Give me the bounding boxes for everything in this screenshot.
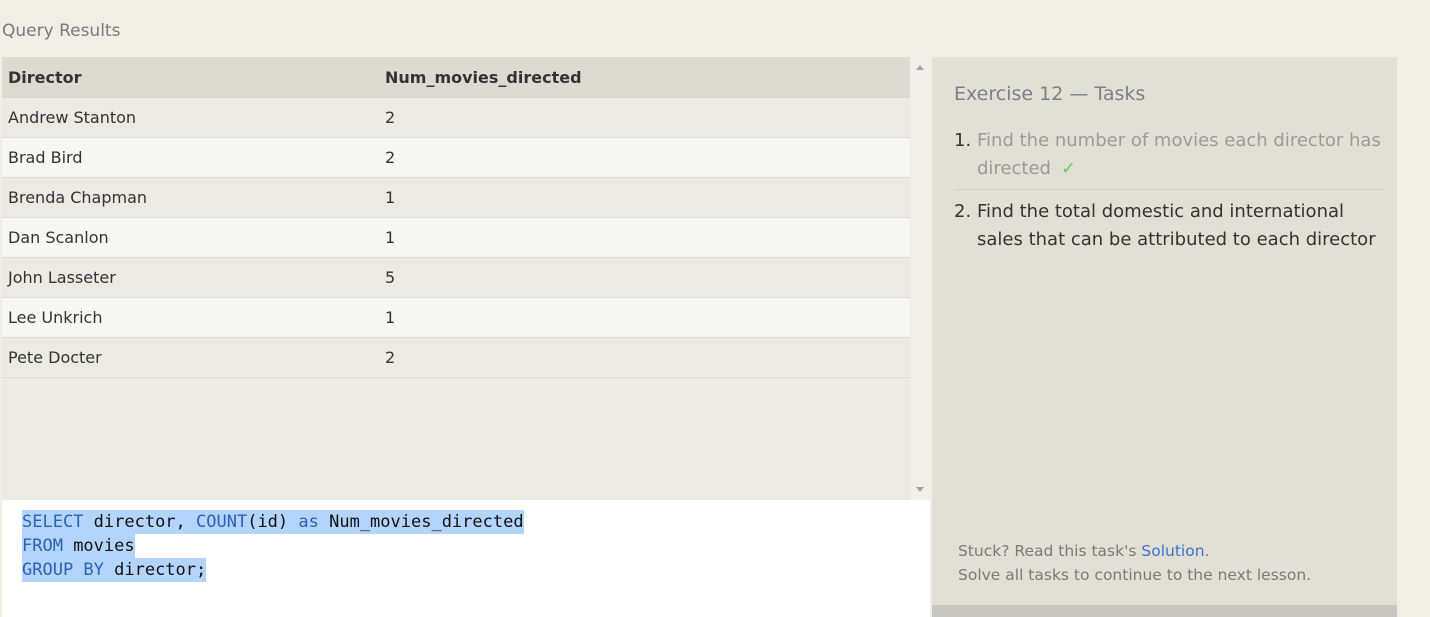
keyword-group-by: GROUP BY [22,560,104,580]
table-row: Lee Unkrich 1 [2,297,910,338]
scroll-down-arrow-icon[interactable] [916,487,924,492]
stuck-suffix: . [1204,542,1210,560]
keyword-from: FROM [22,536,63,556]
cell-director: Brad Bird [2,137,379,178]
results-table: Director Num_movies_directed Andrew Stan… [2,57,910,378]
cell-count: 5 [379,257,910,298]
table-row: Andrew Stanton 2 [2,97,910,138]
code-text: (id) [247,512,299,532]
code-text: director; [103,560,207,580]
table-row: Brad Bird 2 [2,137,910,178]
results-scrollbar[interactable] [910,57,930,500]
tasks-title: Exercise 12 — Tasks [954,83,1146,105]
task-text: Find the number of movies each director … [977,130,1381,179]
results-panel: Director Num_movies_directed Andrew Stan… [2,57,930,500]
cell-count: 1 [379,297,910,338]
continue-text: Solve all tasks to continue to the next … [958,566,1312,584]
code-line-1: SELECT director, COUNT(id) as Num_movies… [22,510,524,534]
task-number: 1. [954,130,972,151]
cell-director: Pete Docter [2,337,379,378]
keyword-count: COUNT [196,512,248,532]
cell-director: Dan Scanlon [2,217,379,258]
checkmark-icon: ✓ [1060,158,1077,179]
code-text: Num_movies_directed [318,512,524,532]
task-number: 2. [954,201,972,222]
cell-count: 2 [379,137,910,178]
results-table-area: Director Num_movies_directed Andrew Stan… [2,57,910,500]
keyword-select: SELECT [22,512,84,532]
column-header-director: Director [2,57,379,98]
cell-count: 2 [379,337,910,378]
query-results-heading: Query Results [2,21,121,41]
code-text: director, [83,512,197,532]
tasks-bottom-bar [932,605,1397,617]
stuck-prefix: Stuck? Read this task's [958,542,1142,560]
table-header-row: Director Num_movies_directed [2,57,910,98]
cell-director: John Lasseter [2,257,379,298]
stuck-line: Stuck? Read this task's Solution. [958,539,1311,563]
table-row: Pete Docter 2 [2,337,910,378]
cell-count: 1 [379,177,910,218]
task-text-completed: Find the number of movies each director … [977,127,1384,183]
table-row: Brenda Chapman 1 [2,177,910,218]
task-list: 1. Find the number of movies each direct… [954,127,1384,260]
solution-link[interactable]: Solution [1141,542,1204,560]
task-item-2: 2. Find the total domestic and internati… [954,198,1384,260]
code-line-3: GROUP BY director; [22,558,524,582]
task-item-1: 1. Find the number of movies each direct… [954,127,1384,190]
code-line-2: FROM movies [22,534,524,558]
cell-director: Andrew Stanton [2,97,379,138]
scroll-up-arrow-icon[interactable] [916,65,924,70]
sql-code[interactable]: SELECT director, COUNT(id) as Num_movies… [22,510,524,582]
stuck-help: Stuck? Read this task's Solution. Solve … [958,539,1311,587]
table-row: Dan Scanlon 1 [2,217,910,258]
tasks-panel: Exercise 12 — Tasks 1. Find the number o… [932,57,1397,617]
column-header-num-movies: Num_movies_directed [379,57,910,98]
code-text: movies [62,536,135,556]
task-text: Find the total domestic and internationa… [977,201,1376,250]
keyword-as: as [298,512,319,532]
cell-count: 2 [379,97,910,138]
table-row: John Lasseter 5 [2,257,910,298]
cell-director: Lee Unkrich [2,297,379,338]
cell-count: 1 [379,217,910,258]
cell-director: Brenda Chapman [2,177,379,218]
sql-editor[interactable]: SELECT director, COUNT(id) as Num_movies… [2,500,930,617]
